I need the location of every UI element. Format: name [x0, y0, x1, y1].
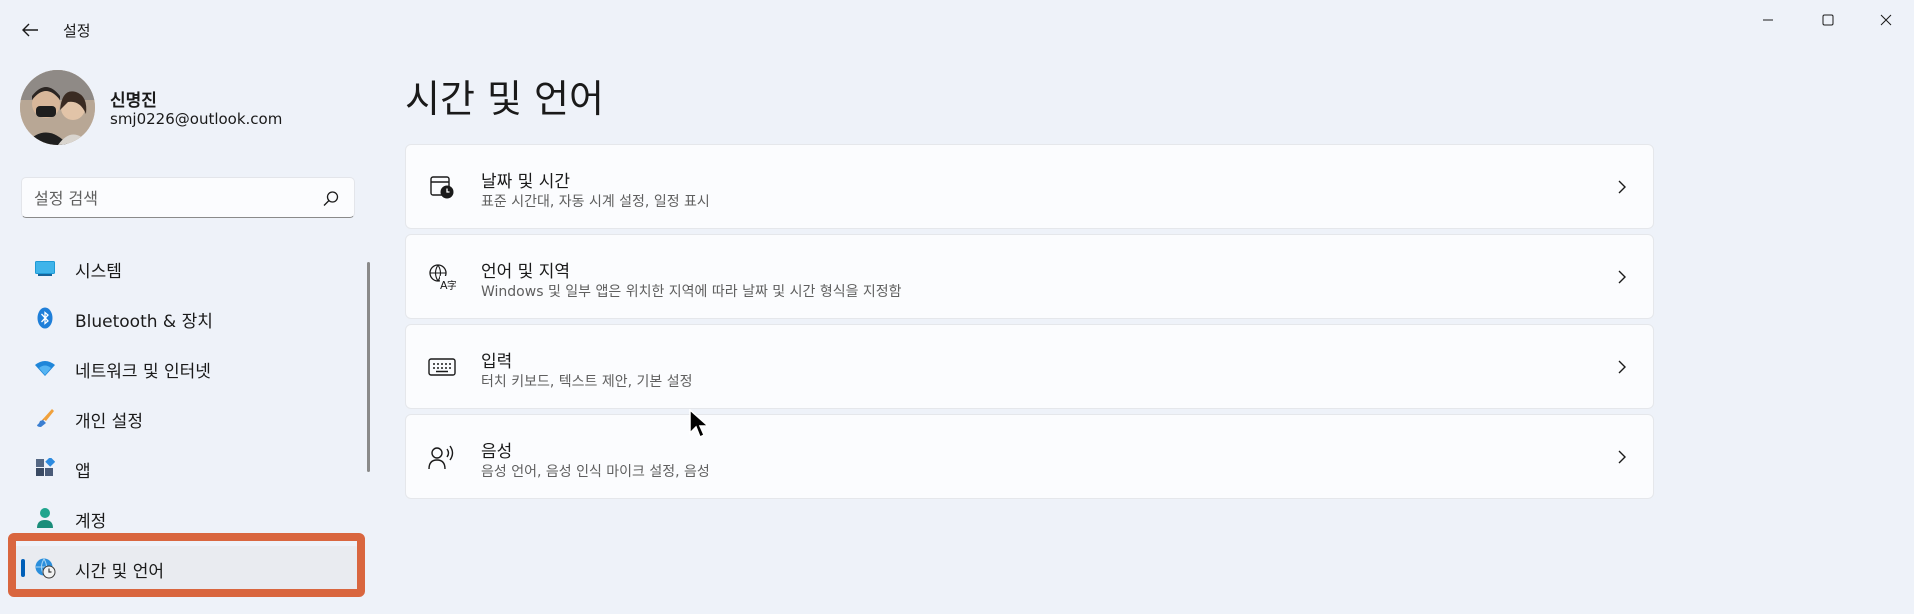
calendar-clock-icon [428, 173, 456, 201]
sidebar-item-personalization[interactable]: 개인 설정 [10, 396, 360, 440]
globe-clock-icon [34, 557, 56, 579]
search-input[interactable] [34, 186, 314, 210]
back-button[interactable] [14, 14, 46, 46]
sidebar-item-label: 앱 [75, 462, 91, 482]
search-icon[interactable] [322, 190, 340, 208]
avatar[interactable] [20, 70, 95, 145]
card-description: 음성 언어, 음성 인식 마이크 설정, 음성 [481, 464, 710, 480]
close-button[interactable] [1858, 0, 1914, 40]
apps-icon [34, 457, 56, 479]
card-typing[interactable]: 입력 터치 키보드, 텍스트 제안, 기본 설정 [405, 324, 1654, 409]
sidebar-item-label: 시스템 [75, 262, 122, 282]
keyboard-icon [428, 353, 456, 381]
sidebar-item-label: Bluetooth & 장치 [75, 312, 213, 332]
chevron-right-icon [1615, 447, 1629, 467]
sidebar-item-label: 개인 설정 [75, 412, 143, 432]
sidebar-item-system[interactable]: 시스템 [10, 246, 360, 290]
maximize-icon [1822, 14, 1834, 26]
minimize-icon [1763, 19, 1773, 21]
avatar-photo [20, 70, 95, 145]
bluetooth-icon [34, 307, 56, 329]
card-date-time[interactable]: 날짜 및 시간 표준 시간대, 자동 시계 설정, 일정 표시 [405, 144, 1654, 229]
sidebar-item-label: 시간 및 언어 [75, 562, 165, 582]
person-icon [34, 507, 56, 529]
card-description: Windows 및 일부 앱은 위치한 지역에 따라 날짜 및 시간 형식을 지… [481, 284, 902, 300]
close-icon [1880, 14, 1892, 26]
search-box[interactable] [21, 177, 355, 218]
user-email: smj0226@outlook.com [110, 110, 283, 128]
active-indicator [21, 559, 25, 577]
title-bar: 설정 [0, 0, 1914, 58]
sidebar-item-bluetooth[interactable]: Bluetooth & 장치 [10, 296, 360, 340]
mouse-cursor-icon [689, 409, 710, 439]
speech-icon [428, 443, 456, 471]
window-title: 설정 [63, 22, 91, 40]
brush-icon [34, 407, 56, 429]
sidebar-item-accounts[interactable]: 계정 [10, 496, 360, 540]
wifi-icon [34, 357, 56, 379]
monitor-icon [34, 257, 56, 279]
chevron-right-icon [1615, 357, 1629, 377]
back-arrow-icon [22, 23, 38, 37]
sidebar-item-label: 계정 [75, 512, 107, 532]
card-title: 음성 [481, 442, 513, 462]
sidebar-item-network[interactable]: 네트워크 및 인터넷 [10, 346, 360, 390]
language-globe-icon: A字 [428, 263, 456, 291]
card-title: 언어 및 지역 [481, 262, 571, 282]
chevron-right-icon [1615, 267, 1629, 287]
card-title: 입력 [481, 352, 513, 372]
card-language-region[interactable]: A字 언어 및 지역 Windows 및 일부 앱은 위치한 지역에 따라 날짜… [405, 234, 1654, 319]
minimize-button[interactable] [1740, 0, 1796, 40]
sidebar-item-apps[interactable]: 앱 [10, 446, 360, 490]
card-title: 날짜 및 시간 [481, 172, 571, 192]
user-name: 신명진 [110, 91, 157, 111]
sidebar-scrollbar[interactable] [367, 262, 370, 472]
maximize-button[interactable] [1800, 0, 1856, 40]
chevron-right-icon [1615, 177, 1629, 197]
svg-text:字: 字 [447, 279, 456, 291]
sidebar-item-time-language[interactable]: 시간 및 언어 [10, 546, 360, 590]
card-description: 표준 시간대, 자동 시계 설정, 일정 표시 [481, 194, 710, 210]
sidebar-item-label: 네트워크 및 인터넷 [75, 362, 211, 382]
card-description: 터치 키보드, 텍스트 제안, 기본 설정 [481, 374, 693, 390]
card-speech[interactable]: 음성 음성 언어, 음성 인식 마이크 설정, 음성 [405, 414, 1654, 499]
page-title: 시간 및 언어 [405, 77, 604, 121]
